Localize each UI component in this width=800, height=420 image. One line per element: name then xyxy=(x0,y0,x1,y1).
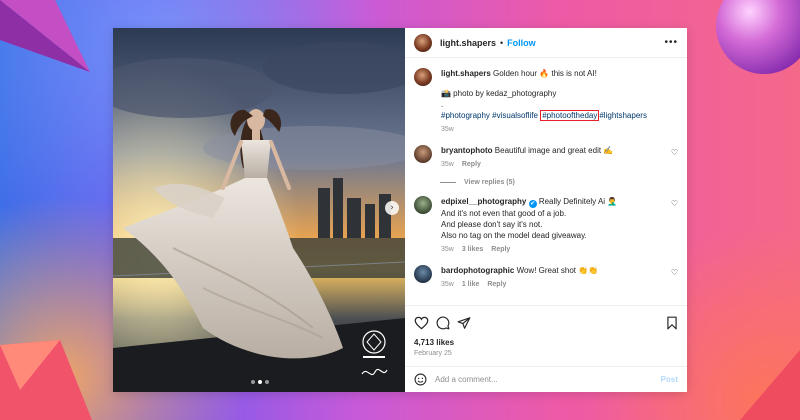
comment: bardophotographic Wow! Great shot 👏👏 35w… xyxy=(414,265,678,290)
chevron-right-icon: › xyxy=(390,203,394,213)
comment-likes[interactable]: 3 likes xyxy=(462,244,483,255)
view-replies-label: View replies (5) xyxy=(464,179,515,186)
comment-input[interactable] xyxy=(435,375,661,384)
comment-likes[interactable]: 1 like xyxy=(462,279,480,290)
avatar[interactable] xyxy=(414,265,432,283)
post-header: light.shapers • Follow ••• xyxy=(405,28,687,58)
view-replies-button[interactable]: View replies (5) xyxy=(440,179,678,186)
comment-age: 35w xyxy=(441,161,454,168)
more-horizontal-icon[interactable]: ••• xyxy=(664,37,678,48)
caption-text: Golden hour 🔥 this is not AI! xyxy=(493,69,597,78)
next-slide-button[interactable]: › xyxy=(385,201,399,215)
heart-icon[interactable]: ♡ xyxy=(668,268,678,290)
hashtag-link[interactable]: #lightshapers xyxy=(599,111,647,120)
comment-text: Beautiful image and great edit ✍️ xyxy=(494,146,614,155)
separator: • xyxy=(500,37,504,48)
instagram-post: › light.shapers • Follow ••• light.shape… xyxy=(113,28,687,392)
highlighted-hashtag[interactable]: #photooftheday xyxy=(540,110,600,121)
caption-age: 35w xyxy=(441,126,454,133)
caption-dot: . xyxy=(441,100,444,109)
slide-dot xyxy=(265,380,269,384)
avatar[interactable] xyxy=(414,33,432,52)
avatar[interactable] xyxy=(414,68,432,86)
photo-credit: 📸 photo by kedaz_photography xyxy=(441,89,557,98)
hashtag-links[interactable]: #photography #visualsoflife xyxy=(441,111,538,120)
comments-section: light.shapers Golden hour 🔥 this is not … xyxy=(405,58,687,305)
comment-text-line: Also no tag on the model dead giveaway. xyxy=(441,231,587,240)
comment: bryantophoto Beautiful image and great e… xyxy=(414,145,678,170)
avatar[interactable] xyxy=(414,145,432,163)
author-username[interactable]: light.shapers xyxy=(440,38,496,48)
comment-username[interactable]: edpixel__photography xyxy=(441,197,526,206)
comment: edpixel__photography ✔ Really Definitely… xyxy=(414,196,678,255)
divider xyxy=(440,182,456,183)
emoji-icon[interactable] xyxy=(414,373,427,386)
caption-username[interactable]: light.shapers xyxy=(441,69,491,78)
reply-button[interactable]: Reply xyxy=(487,279,506,290)
comment-text-line: And it's not even that good of a job. xyxy=(441,209,567,218)
verified-badge-icon: ✔ xyxy=(528,200,537,208)
comment-age: 35w xyxy=(441,246,454,253)
slide-dot-active xyxy=(258,380,262,384)
caption: light.shapers Golden hour 🔥 this is not … xyxy=(414,68,678,135)
comment-age: 35w xyxy=(441,281,454,288)
likes-count[interactable]: 4,713 likes xyxy=(414,338,678,347)
reply-button[interactable]: Reply xyxy=(491,244,510,255)
slide-indicator xyxy=(251,380,269,384)
comment-text: Really Definitely Ai 🤦‍♂️ xyxy=(538,197,618,206)
post-sidebar: light.shapers • Follow ••• light.shapers… xyxy=(405,28,687,392)
slide-dot xyxy=(251,380,255,384)
heart-icon[interactable]: ♡ xyxy=(668,148,678,170)
post-comment-button[interactable]: Post xyxy=(661,375,678,384)
heart-icon[interactable]: ♡ xyxy=(668,199,678,255)
heart-icon[interactable] xyxy=(414,316,429,330)
decorative-shape-left xyxy=(0,340,92,420)
comment-text-line: And please don't say it's not. xyxy=(441,220,543,229)
comment-username[interactable]: bryantophoto xyxy=(441,146,493,155)
send-icon[interactable] xyxy=(457,316,471,330)
comment-icon[interactable] xyxy=(436,316,450,330)
decorative-shape-right xyxy=(740,350,800,420)
bookmark-icon[interactable] xyxy=(666,316,678,330)
follow-button[interactable]: Follow xyxy=(507,38,536,48)
watermark-logo xyxy=(361,330,388,376)
post-image[interactable]: › xyxy=(113,28,405,392)
hashtags: #photography #visualsoflife #photoofthed… xyxy=(441,110,678,121)
comment-text: Wow! Great shot 👏👏 xyxy=(516,266,599,275)
add-comment-bar: Post xyxy=(405,366,687,392)
comment-username[interactable]: bardophotographic xyxy=(441,266,514,275)
post-date: February 25 xyxy=(414,350,452,357)
avatar[interactable] xyxy=(414,196,432,214)
post-actions: 4,713 likes February 25 xyxy=(405,305,687,357)
reply-button[interactable]: Reply xyxy=(462,159,481,170)
decorative-cone xyxy=(0,0,90,72)
